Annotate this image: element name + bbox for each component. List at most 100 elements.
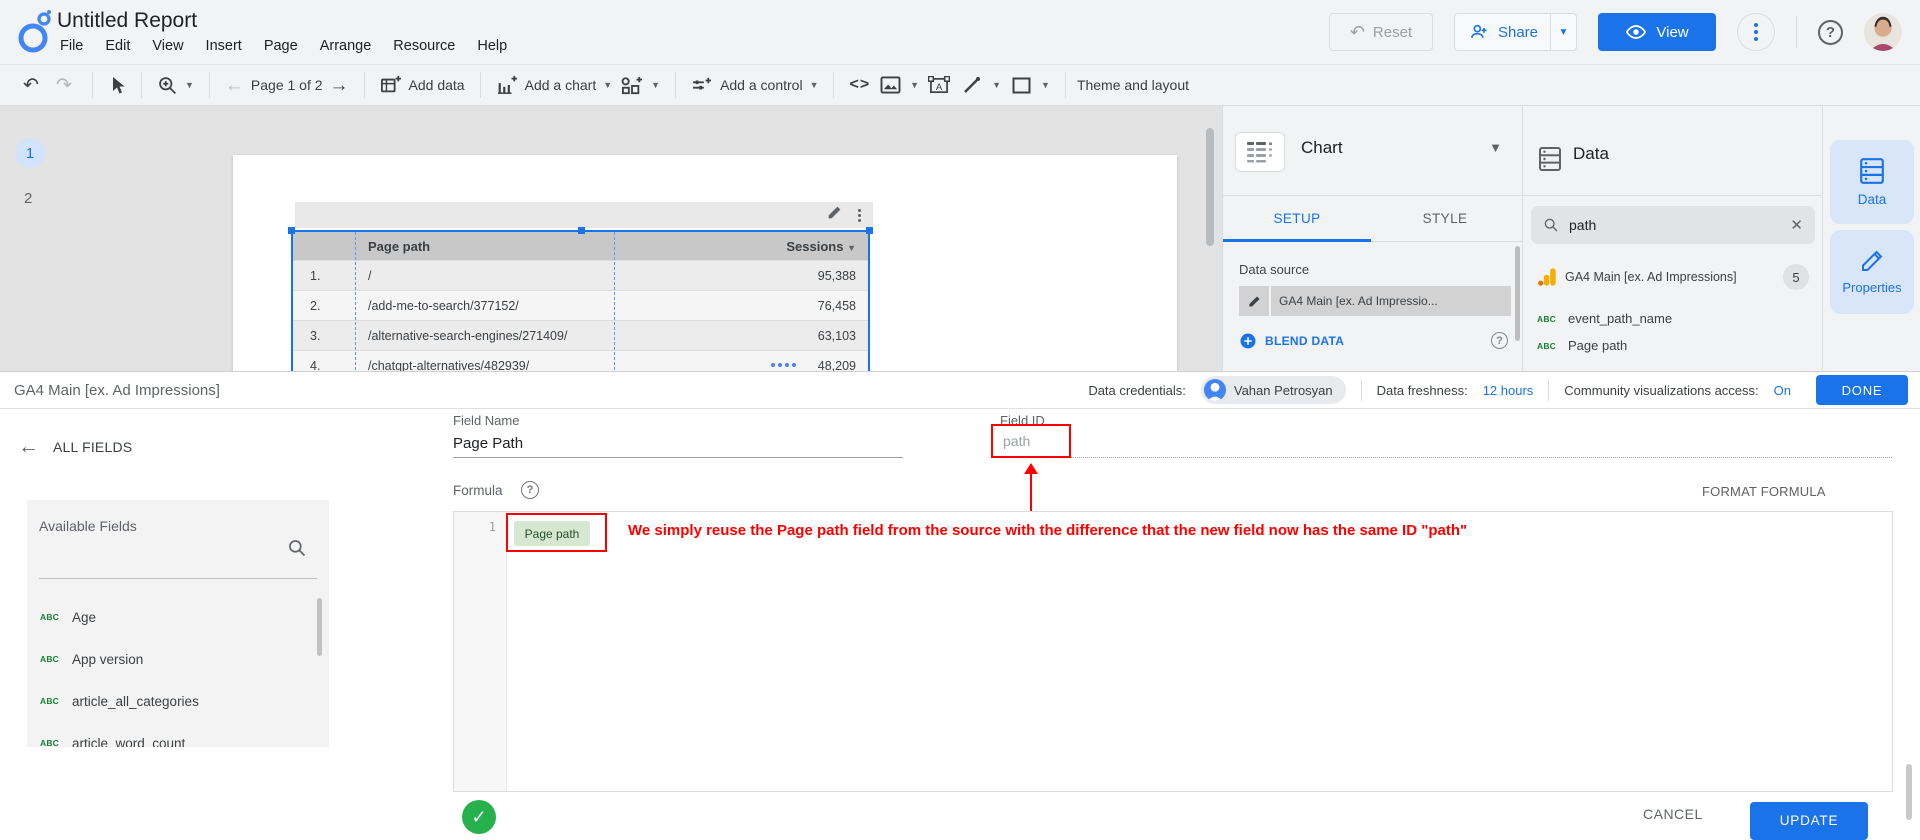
abc-dimension-icon: ABC: [40, 738, 60, 747]
field-item-event-path-name[interactable]: ABC event_path_name: [1537, 305, 1672, 332]
chevron-down-icon: ▼: [992, 80, 1002, 90]
edit-pencil-icon: [1862, 250, 1883, 271]
more-options-button[interactable]: [1737, 13, 1775, 51]
freshness-label: Data freshness:: [1376, 382, 1468, 398]
column-header-page-path[interactable]: Page path: [355, 239, 614, 254]
list-scrollbar[interactable]: [317, 598, 322, 656]
menu-view[interactable]: View: [141, 36, 194, 56]
field-item-page-path[interactable]: ABC Page path: [1537, 332, 1627, 359]
menu-help[interactable]: Help: [466, 36, 518, 56]
page-nav-label[interactable]: Page 1 of 2: [251, 77, 323, 93]
abc-dimension-icon: ABC: [1537, 313, 1557, 324]
more-vert-icon[interactable]: [858, 208, 861, 222]
update-button[interactable]: UPDATE: [1750, 802, 1868, 840]
page-number-2[interactable]: 2: [24, 190, 32, 207]
image-icon[interactable]: [877, 72, 903, 98]
field-search-box[interactable]: path ✕: [1531, 206, 1815, 244]
header-divider: [1796, 16, 1797, 48]
share-button[interactable]: Share ▼: [1453, 13, 1577, 51]
selection-handle[interactable]: [866, 227, 873, 234]
available-fields-title: Available Fields: [39, 518, 137, 534]
chart-type-label: Chart: [1301, 138, 1343, 157]
available-field-article-word-count[interactable]: ABC article_word_count: [27, 722, 329, 748]
available-field-app-version[interactable]: ABC App version: [27, 638, 329, 680]
report-title[interactable]: Untitled Report: [57, 9, 197, 33]
field-label: Page path: [1568, 338, 1628, 353]
tab-setup[interactable]: SETUP: [1223, 196, 1371, 242]
text-icon[interactable]: A: [926, 72, 952, 98]
community-viz-label: Community visualizations access:: [1564, 382, 1759, 398]
sort-desc-icon: ▼: [847, 242, 856, 253]
tab-style[interactable]: STYLE: [1371, 196, 1519, 241]
zoom-control[interactable]: ▼: [157, 75, 194, 96]
selection-handle[interactable]: [578, 227, 585, 234]
data-source-chip[interactable]: GA4 Main [ex. Ad Impressio...: [1239, 286, 1511, 316]
back-to-all-fields[interactable]: ← ALL FIELDS: [18, 436, 132, 457]
help-circle-icon[interactable]: ?: [521, 481, 539, 499]
formula-editor[interactable]: 1 Page path We simply reuse the Page pat…: [453, 511, 1893, 792]
panel-scrollbar[interactable]: [1515, 246, 1520, 341]
database-icon: [1860, 158, 1884, 184]
add-data-button[interactable]: Add data: [380, 75, 465, 95]
select-cursor-icon[interactable]: [104, 72, 130, 98]
sheet-drag-handle[interactable]: [771, 363, 796, 367]
field-label: article_word_count: [72, 735, 186, 748]
clear-search-icon[interactable]: ✕: [1790, 216, 1803, 234]
blend-data-button[interactable]: BLEND DATA: [1239, 332, 1344, 350]
reset-button[interactable]: ↶ Reset: [1328, 13, 1433, 51]
menu-insert[interactable]: Insert: [195, 36, 253, 56]
line-icon[interactable]: [959, 72, 985, 98]
freshness-value[interactable]: 12 hours: [1483, 383, 1534, 398]
redo-icon[interactable]: ↷: [51, 72, 77, 98]
done-button[interactable]: DONE: [1816, 375, 1908, 405]
theme-layout-button[interactable]: Theme and layout: [1077, 77, 1189, 93]
search-icon: [1544, 218, 1558, 232]
available-field-age[interactable]: ABC Age: [27, 596, 329, 638]
edit-pencil-icon[interactable]: [827, 205, 842, 225]
chart-header-bar: [295, 202, 873, 228]
field-name-input[interactable]: Page Path: [453, 435, 523, 452]
editor-scrollbar[interactable]: [1906, 764, 1912, 820]
user-avatar[interactable]: [1864, 13, 1902, 51]
page-number-1[interactable]: 1: [15, 138, 45, 168]
abc-dimension-icon: ABC: [1537, 340, 1557, 351]
community-visualizations-button[interactable]: ▼: [620, 75, 660, 95]
menu-resource[interactable]: Resource: [382, 36, 466, 56]
shape-icon[interactable]: [1008, 72, 1034, 98]
field-id-input-highlighted[interactable]: path: [991, 424, 1071, 458]
credentials-user-chip[interactable]: Vahan Petrosyan: [1200, 376, 1346, 404]
chart-properties-panel: Chart ▼ SETUP STYLE Data source GA4 Main…: [1222, 106, 1522, 371]
add-control-button[interactable]: Add a control ▼: [691, 76, 818, 94]
column-header-sessions[interactable]: Sessions ▼: [614, 239, 868, 254]
edit-pencil-icon[interactable]: [1239, 286, 1269, 316]
next-page-icon[interactable]: →: [330, 76, 349, 95]
help-button[interactable]: ?: [1818, 19, 1843, 45]
available-field-article-all-categories[interactable]: ABC article_all_categories: [27, 680, 329, 722]
rail-properties-button[interactable]: Properties: [1830, 230, 1914, 314]
chart-type-header[interactable]: Chart ▼: [1223, 106, 1522, 196]
canvas-scrollbar[interactable]: [1206, 128, 1214, 246]
menu-arrange[interactable]: Arrange: [309, 36, 383, 56]
embed-icon[interactable]: <>: [849, 77, 870, 93]
rail-data-button[interactable]: Data: [1830, 140, 1914, 224]
prev-page-icon[interactable]: ←: [225, 76, 244, 95]
data-source-name: GA4 Main [ex. Ad Impressions]: [14, 381, 220, 399]
data-source-row[interactable]: GA4 Main [ex. Ad Impressions] 5: [1537, 264, 1809, 290]
search-icon[interactable]: [287, 538, 307, 558]
add-chart-button[interactable]: Add a chart ▼: [496, 75, 612, 95]
community-viz-value[interactable]: On: [1774, 383, 1791, 398]
view-button[interactable]: View: [1598, 13, 1716, 51]
report-page[interactable]: Page path Sessions ▼ 1. / 95,388 2. /add-me-…: [233, 155, 1177, 371]
undo-icon[interactable]: ↶: [18, 72, 44, 98]
menu-edit[interactable]: Edit: [94, 36, 141, 56]
svg-text:A: A: [936, 81, 943, 92]
menu-file[interactable]: File: [49, 36, 94, 56]
person-add-icon: [1471, 24, 1487, 38]
menu-page[interactable]: Page: [253, 36, 309, 56]
share-dropdown[interactable]: ▼: [1550, 14, 1576, 50]
table-chart[interactable]: Page path Sessions ▼ 1. / 95,388 2. /add-me-…: [288, 227, 873, 371]
help-circle-icon[interactable]: ?: [1491, 332, 1508, 349]
selection-handle[interactable]: [288, 227, 295, 234]
search-input[interactable]: path: [1569, 217, 1780, 233]
format-formula-button[interactable]: FORMAT FORMULA: [1702, 484, 1826, 499]
